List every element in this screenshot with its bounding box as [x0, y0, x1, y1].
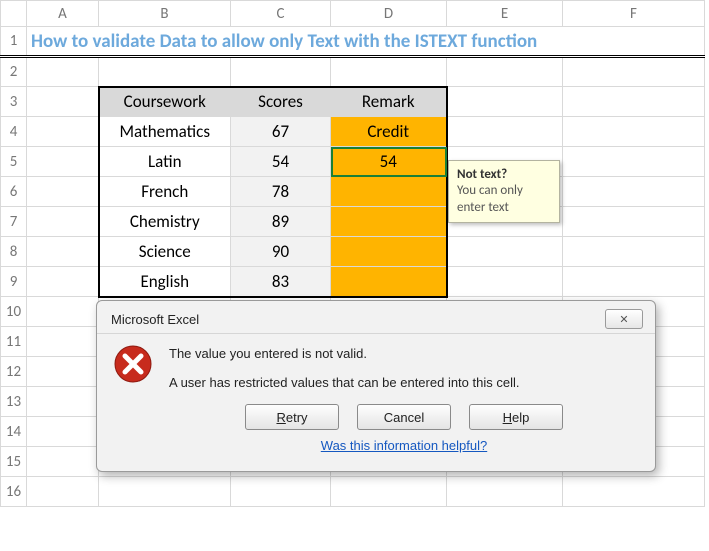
row-header-10[interactable]: 10: [1, 297, 27, 327]
tooltip-title: Not text?: [457, 167, 551, 183]
error-icon: [113, 344, 153, 384]
tooltip-body: enter text: [457, 200, 551, 216]
row-header-11[interactable]: 11: [1, 327, 27, 357]
close-button[interactable]: ✕: [605, 309, 643, 329]
row-3: 3 Coursework Scores Remark: [1, 87, 705, 117]
row-header-16[interactable]: 16: [1, 477, 27, 507]
cell-A3[interactable]: [27, 87, 99, 117]
cell-B2[interactable]: [99, 57, 231, 87]
table-row[interactable]: 90: [231, 237, 331, 267]
table-row[interactable]: Credit: [331, 117, 447, 147]
row-header-9[interactable]: 9: [1, 267, 27, 297]
dialog-msg-1: The value you entered is not valid.: [169, 346, 639, 361]
row-header-4[interactable]: 4: [1, 117, 27, 147]
row-7: 7 Chemistry 89: [1, 207, 705, 237]
row-2: 2: [1, 57, 705, 87]
cell-A5[interactable]: [27, 147, 99, 177]
dialog-messages: The value you entered is not valid. A us…: [169, 340, 639, 465]
cell-E8[interactable]: [447, 237, 563, 267]
cell-F9[interactable]: [563, 267, 705, 297]
row-header-15[interactable]: 15: [1, 447, 27, 477]
cell-E9[interactable]: [447, 267, 563, 297]
cell-E4[interactable]: [447, 117, 563, 147]
cell-A8[interactable]: [27, 237, 99, 267]
col-header-E[interactable]: E: [447, 1, 563, 27]
close-icon: ✕: [619, 313, 628, 326]
cell-E3[interactable]: [447, 87, 563, 117]
selected-cell[interactable]: 54: [331, 147, 447, 177]
table-row[interactable]: 89: [231, 207, 331, 237]
validation-tooltip: Not text? You can only enter text: [448, 160, 560, 223]
table-row[interactable]: Mathematics: [99, 117, 231, 147]
row-header-2[interactable]: 2: [1, 57, 27, 87]
row-header-6[interactable]: 6: [1, 177, 27, 207]
row-header-14[interactable]: 14: [1, 417, 27, 447]
table-row[interactable]: 78: [231, 177, 331, 207]
row-header-7[interactable]: 7: [1, 207, 27, 237]
table-row[interactable]: Science: [99, 237, 231, 267]
cell-F5[interactable]: [563, 147, 705, 177]
row-5: 5 Latin 54 54: [1, 147, 705, 177]
table-row[interactable]: 83: [231, 267, 331, 297]
table-row[interactable]: English: [99, 267, 231, 297]
corner-cell[interactable]: [1, 1, 27, 27]
table-header-scores[interactable]: Scores: [231, 87, 331, 117]
column-headers: A B C D E F: [1, 1, 705, 27]
table-row[interactable]: 54: [231, 147, 331, 177]
retry-button[interactable]: Retry: [245, 404, 339, 430]
cell-D2[interactable]: [331, 57, 447, 87]
cell-F4[interactable]: [563, 117, 705, 147]
row-header-3[interactable]: 3: [1, 87, 27, 117]
dialog-title: Microsoft Excel: [111, 312, 199, 327]
error-dialog: Microsoft Excel ✕ The value you entered …: [96, 300, 656, 472]
cell-F6[interactable]: [563, 177, 705, 207]
row-header-13[interactable]: 13: [1, 387, 27, 417]
tooltip-body: You can only: [457, 183, 551, 199]
help-button[interactable]: Help: [469, 404, 563, 430]
cancel-button[interactable]: Cancel: [357, 404, 451, 430]
cell-E2[interactable]: [447, 57, 563, 87]
cell-F8[interactable]: [563, 237, 705, 267]
feedback-link[interactable]: Was this information helpful?: [321, 438, 487, 453]
cell-F7[interactable]: [563, 207, 705, 237]
table-row[interactable]: Latin: [99, 147, 231, 177]
row-1: 1 How to validate Data to allow only Tex…: [1, 27, 705, 57]
cell-A9[interactable]: [27, 267, 99, 297]
table-header-coursework[interactable]: Coursework: [99, 87, 231, 117]
cell-A2[interactable]: [27, 57, 99, 87]
cell-A7[interactable]: [27, 207, 99, 237]
col-header-D[interactable]: D: [331, 1, 447, 27]
table-header-remark[interactable]: Remark: [331, 87, 447, 117]
row-4: 4 Mathematics 67 Credit: [1, 117, 705, 147]
row-header-8[interactable]: 8: [1, 237, 27, 267]
table-row[interactable]: [331, 177, 447, 207]
col-header-B[interactable]: B: [99, 1, 231, 27]
dialog-msg-2: A user has restricted values that can be…: [169, 375, 639, 390]
col-header-A[interactable]: A: [27, 1, 99, 27]
cell-F2[interactable]: [563, 57, 705, 87]
row-6: 6 French 78: [1, 177, 705, 207]
row-9: 9 English 83: [1, 267, 705, 297]
cell-A6[interactable]: [27, 177, 99, 207]
table-row[interactable]: 67: [231, 117, 331, 147]
cell-F3[interactable]: [563, 87, 705, 117]
cell-C2[interactable]: [231, 57, 331, 87]
col-header-C[interactable]: C: [231, 1, 331, 27]
row-header-5[interactable]: 5: [1, 147, 27, 177]
cell-A4[interactable]: [27, 117, 99, 147]
table-row[interactable]: [331, 237, 447, 267]
table-row[interactable]: [331, 267, 447, 297]
table-row[interactable]: [331, 207, 447, 237]
row-header-1[interactable]: 1: [1, 27, 27, 57]
row-8: 8 Science 90: [1, 237, 705, 267]
row-header-12[interactable]: 12: [1, 357, 27, 387]
table-row[interactable]: French: [99, 177, 231, 207]
page-title[interactable]: How to validate Data to allow only Text …: [27, 27, 705, 57]
col-header-F[interactable]: F: [563, 1, 705, 27]
table-row[interactable]: Chemistry: [99, 207, 231, 237]
row-16: 16: [1, 477, 705, 507]
